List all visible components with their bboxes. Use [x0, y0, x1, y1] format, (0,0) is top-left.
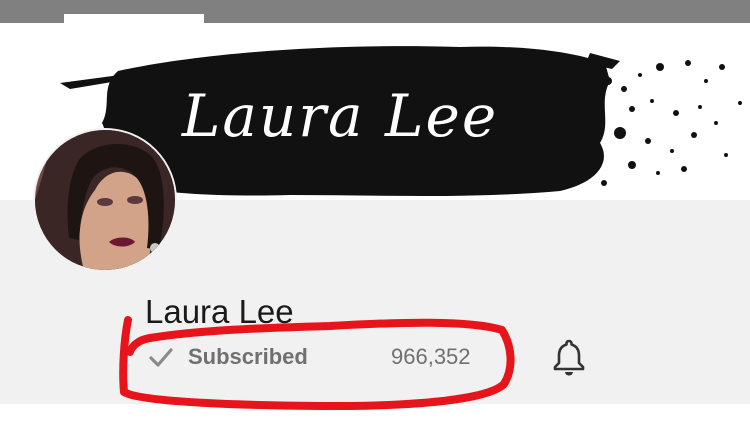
content-area	[0, 404, 750, 429]
avatar-image	[35, 130, 175, 270]
top-bar-tab[interactable]	[64, 14, 204, 23]
channel-avatar[interactable]	[33, 128, 177, 272]
channel-name: Laura Lee	[145, 293, 294, 330]
banner-title: Laura Lee	[181, 82, 499, 150]
subscriber-count: 966,352	[391, 344, 471, 369]
subscribed-label: Subscribed	[188, 344, 308, 369]
notification-bell-icon[interactable]	[551, 337, 587, 377]
checkmark-icon	[149, 348, 173, 367]
subscribe-button[interactable]: Subscribed 966,352	[146, 340, 496, 374]
app-top-bar	[0, 0, 750, 23]
